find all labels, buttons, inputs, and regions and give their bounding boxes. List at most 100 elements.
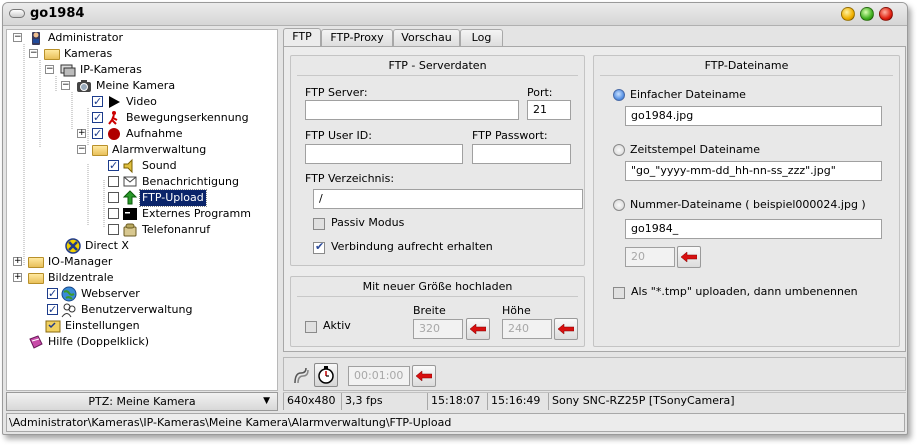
tree-item-io-manager[interactable]: + IO-Manager — [7, 254, 277, 270]
timer-input[interactable]: 00:01:00 — [348, 366, 410, 386]
number-filename-radio[interactable] — [613, 199, 625, 211]
tree-item-ftp-upload[interactable]: FTP-Upload — [7, 189, 277, 207]
tree-item-label: Alarmverwaltung — [112, 143, 207, 156]
collapse-icon[interactable]: − — [45, 65, 54, 74]
collapse-icon[interactable]: − — [61, 81, 70, 90]
ftp-icon — [122, 190, 138, 205]
keep-connection-checkbox[interactable] — [313, 240, 325, 254]
apply-height-button[interactable] — [554, 318, 578, 340]
motion-checkbox[interactable]: ✓ — [92, 112, 103, 123]
timer-button[interactable] — [314, 363, 338, 387]
ptz-select-label: PTZ: Meine Kamera — [88, 395, 196, 408]
tree-item-einstellungen[interactable]: Einstellungen — [7, 318, 277, 334]
number-start-input[interactable]: 20 — [625, 247, 675, 267]
resize-active-checkbox[interactable] — [305, 321, 317, 333]
video-checkbox[interactable]: ✓ — [92, 96, 103, 107]
group-title: Mit neuer Größe hochladen — [362, 280, 513, 293]
minimize-button[interactable] — [841, 7, 855, 21]
expand-icon[interactable]: + — [13, 273, 22, 282]
ftp-directory-input[interactable]: / — [313, 189, 583, 209]
tree-item-aufnahme[interactable]: + ✓ Aufnahme — [7, 126, 277, 142]
tree-item-direct-x[interactable]: Direct X — [7, 238, 277, 254]
tab-log[interactable]: Log — [460, 29, 503, 47]
status-camera: Sony SNC-RZ25P [TSonyCamera] — [548, 393, 904, 410]
window-menu-icon[interactable] — [9, 9, 25, 18]
sound-checkbox[interactable]: ✓ — [108, 160, 119, 171]
ftp-user-input[interactable] — [305, 144, 463, 164]
maximize-button[interactable] — [860, 7, 874, 21]
red-arrow-left-icon — [416, 370, 432, 382]
ftp-password-input[interactable] — [472, 144, 571, 164]
speaker-icon — [123, 158, 133, 174]
stopwatch-icon — [318, 366, 334, 384]
tree-item-label: Aufnahme — [126, 127, 183, 140]
webserver-checkbox[interactable]: ✓ — [47, 288, 58, 299]
program-icon — [123, 208, 137, 220]
notification-checkbox[interactable] — [108, 176, 119, 187]
tree-item-webserver[interactable]: ✓ Webserver — [7, 286, 277, 302]
expand-icon[interactable]: + — [13, 257, 22, 266]
ftp-server-group: FTP - Serverdaten FTP Server: Port: 21 F… — [290, 55, 585, 266]
tree-item-bewegungserkennung[interactable]: ✓ Bewegungserkennung — [7, 110, 277, 126]
ftp-directory-label: FTP Verzeichnis: — [305, 172, 395, 185]
expand-icon[interactable]: + — [77, 129, 86, 138]
number-filename-input[interactable]: go1984_ — [625, 219, 882, 239]
collapse-icon[interactable]: − — [13, 33, 22, 42]
tree-item-meine-kamera[interactable]: − Meine Kamera — [7, 78, 277, 94]
tree-item-label: IO-Manager — [48, 255, 113, 268]
notification-icon — [123, 176, 137, 187]
collapse-icon[interactable]: − — [77, 145, 86, 154]
navigation-tree[interactable]: − Administrator − Kameras − IP-Kameras −… — [6, 29, 278, 391]
tree-item-bildzentrale[interactable]: + Bildzentrale — [7, 270, 277, 286]
tree-item-telefonanruf[interactable]: Telefonanruf — [7, 222, 277, 238]
ftp-upload-checkbox[interactable] — [108, 192, 119, 203]
timestamp-filename-input[interactable]: "go_"yyyy-mm-dd_hh-nn-ss_zzz".jpg" — [625, 161, 882, 181]
tree-item-ip-kameras[interactable]: − IP-Kameras — [7, 62, 277, 78]
timestamp-filename-radio[interactable] — [613, 144, 625, 156]
record-checkbox[interactable]: ✓ — [92, 128, 103, 139]
height-input[interactable]: 240 — [502, 319, 552, 339]
ptz-camera-select[interactable]: PTZ: Meine Kamera ▼ — [6, 392, 278, 411]
tab-ftp[interactable]: FTP — [283, 28, 321, 47]
path-bar: \Administrator\Kameras\IP-Kameras\Meine … — [6, 413, 905, 432]
tree-item-label: IP-Kameras — [80, 63, 142, 76]
port-input[interactable]: 21 — [527, 100, 571, 120]
phone-icon — [123, 223, 137, 237]
tmp-upload-label: Als "*.tmp" uploaden, dann umbenennen — [631, 285, 858, 298]
tree-item-label: Bewegungserkennung — [126, 111, 249, 124]
connect-tool-button[interactable] — [292, 365, 310, 385]
tree-item-hilfe[interactable]: Hilfe (Doppelklick) — [7, 334, 277, 350]
phone-call-checkbox[interactable] — [108, 224, 119, 235]
user-management-checkbox[interactable]: ✓ — [47, 304, 58, 315]
tree-item-label: Meine Kamera — [96, 79, 176, 92]
admin-icon — [32, 32, 40, 45]
tree-item-kameras[interactable]: − Kameras — [7, 46, 277, 62]
external-program-checkbox[interactable] — [108, 208, 119, 219]
tree-item-benachrichtigung[interactable]: Benachrichtigung — [7, 174, 277, 190]
ftp-server-input[interactable] — [305, 100, 519, 120]
simple-filename-label: Einfacher Dateiname — [630, 88, 746, 101]
tree-item-label: Benutzerverwaltung — [81, 303, 193, 316]
collapse-icon[interactable]: − — [29, 49, 38, 58]
tmp-upload-checkbox[interactable] — [613, 287, 625, 299]
close-button[interactable] — [879, 7, 893, 21]
tree-item-sound[interactable]: ✓ Sound — [7, 158, 277, 174]
apply-number-start-button[interactable] — [677, 246, 701, 268]
tree-item-video[interactable]: ✓ Video — [7, 94, 277, 110]
apply-timer-button[interactable] — [412, 365, 436, 387]
ftp-password-label: FTP Passwort: — [472, 129, 548, 142]
title-bar: go1984 — [3, 3, 907, 26]
simple-filename-radio[interactable] — [613, 89, 625, 101]
tab-vorschau[interactable]: Vorschau — [393, 29, 460, 47]
passive-mode-checkbox[interactable] — [313, 218, 325, 230]
width-input[interactable]: 320 — [413, 319, 463, 339]
tab-ftp-proxy[interactable]: FTP-Proxy — [321, 29, 393, 47]
tree-item-benutzerverwaltung[interactable]: ✓ Benutzerverwaltung — [7, 302, 277, 318]
tree-item-externes-programm[interactable]: Externes Programm — [7, 206, 277, 222]
simple-filename-input[interactable]: go1984.jpg — [625, 106, 882, 126]
ftp-server-label: FTP Server: — [305, 86, 368, 99]
tree-item-administrator[interactable]: − Administrator — [7, 30, 277, 46]
tree-item-alarmverwaltung[interactable]: − Alarmverwaltung — [7, 142, 277, 158]
apply-width-button[interactable] — [466, 318, 490, 340]
status-resolution: 640x480 — [283, 393, 341, 410]
